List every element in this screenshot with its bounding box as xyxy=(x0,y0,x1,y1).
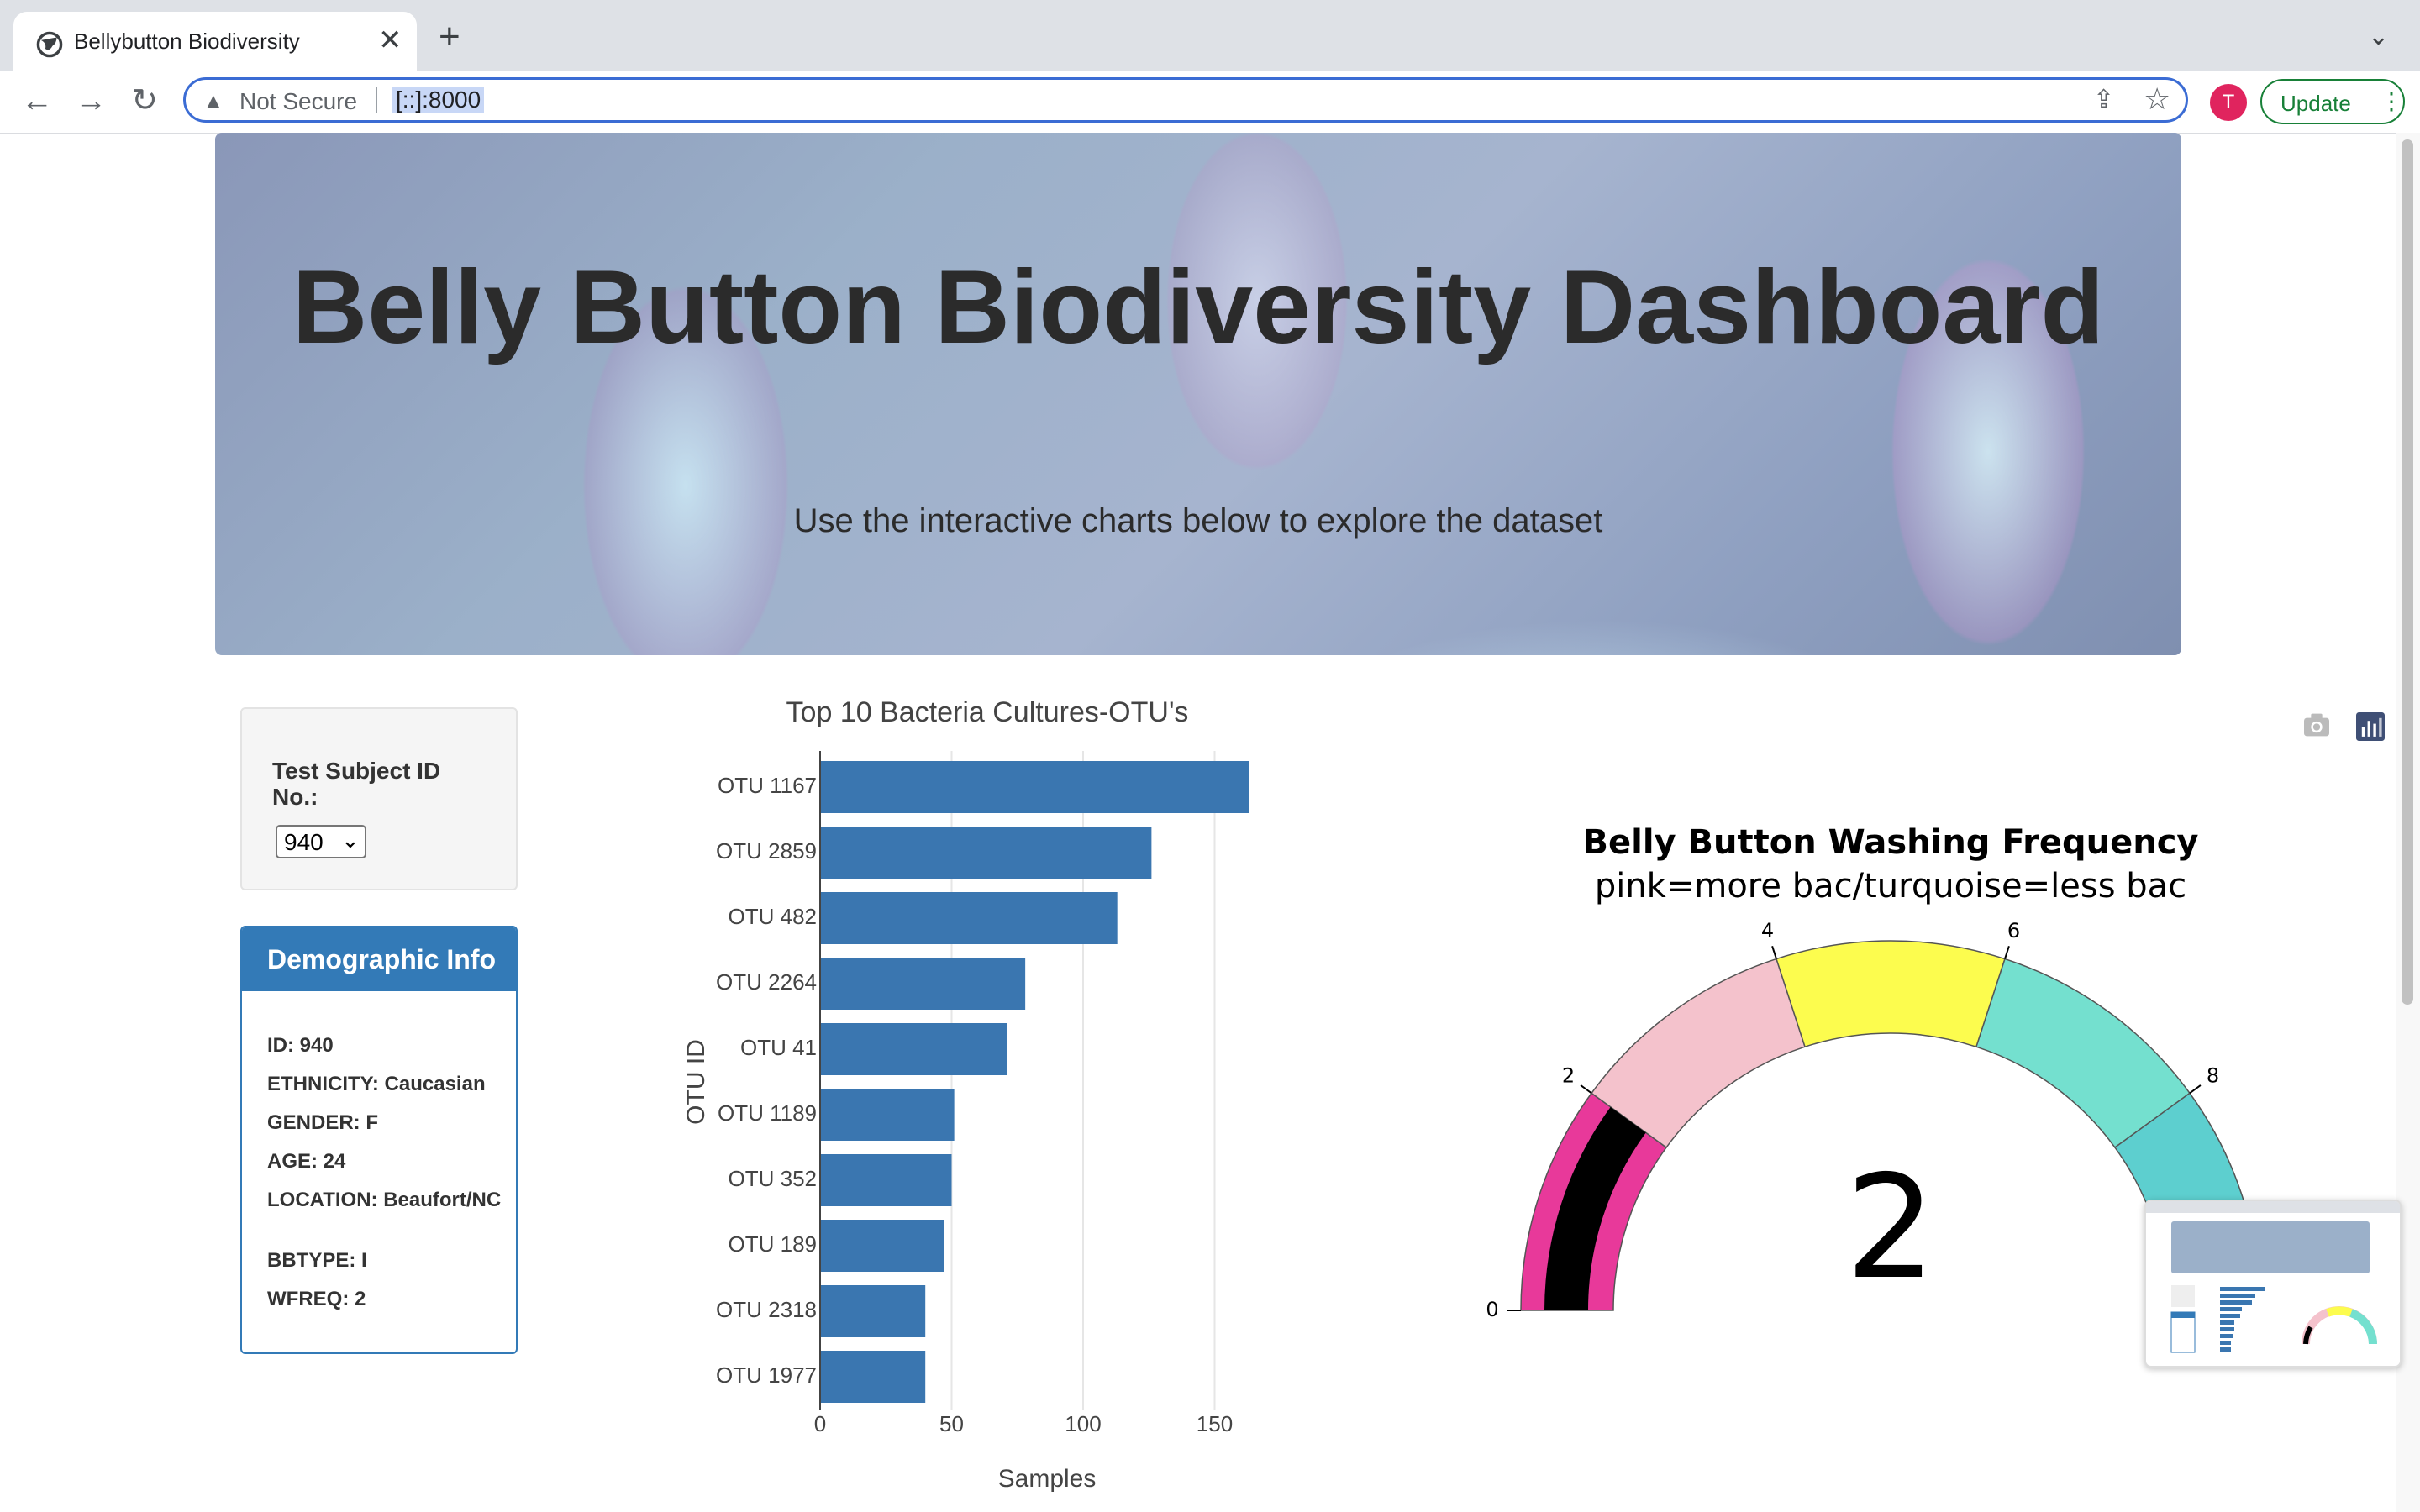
demo-bbtype: BBTYPE: I xyxy=(267,1249,367,1272)
bar-otu-2264 xyxy=(820,958,1026,1010)
bar-otu-41 xyxy=(820,1023,1007,1075)
bar-otu-2859 xyxy=(820,827,1152,879)
gauge-tick-label: 0 xyxy=(1486,1298,1498,1321)
security-label[interactable]: Not Secure xyxy=(239,88,357,115)
subject-selector-panel: Test Subject ID No.: 940 ⌄ xyxy=(240,707,518,890)
active-tab[interactable]: Bellybutton Biodiversity ✕ xyxy=(13,12,417,71)
selected-subject-id: 940 xyxy=(284,829,324,855)
bar-otu-352 xyxy=(820,1154,952,1206)
gauge-title: Belly Button Washing Frequency xyxy=(1583,823,2199,862)
gauge-tick-label: 4 xyxy=(1761,919,1774,942)
page-subtitle: Use the interactive charts below to expl… xyxy=(793,502,1603,539)
y-tick-label: OTU 41 xyxy=(740,1035,817,1060)
y-tick-label: OTU 2264 xyxy=(716,969,817,995)
tab-title: Bellybutton Biodiversity xyxy=(74,29,300,54)
bar-chart-title: Top 10 Bacteria Cultures-OTU's xyxy=(786,696,1189,728)
address-bar[interactable]: ▲ Not Secure [::]:8000 ⇪ ☆ xyxy=(183,77,2188,123)
y-tick-label: OTU 1977 xyxy=(716,1362,817,1388)
gauge-tick xyxy=(1580,1084,1592,1095)
y-tick-label: OTU 2859 xyxy=(716,838,817,864)
kebab-menu-icon[interactable]: ⋮ xyxy=(2380,87,2403,115)
demo-ethnicity: ETHNICITY: Caucasian xyxy=(267,1073,486,1095)
gauge-tick xyxy=(2189,1084,2202,1095)
browser-toolbar: ← → ↻ ▲ Not Secure [::]:8000 ⇪ ☆ xyxy=(0,71,2420,134)
forward-icon[interactable]: → xyxy=(67,77,114,124)
globe-icon xyxy=(36,31,63,58)
chevron-down-icon: ⌄ xyxy=(341,827,360,853)
x-axis-title: Samples xyxy=(998,1465,1097,1493)
page-title: Belly Button Biodiversity Dashboard xyxy=(292,249,2105,365)
x-tick-label: 150 xyxy=(1197,1411,1233,1436)
gauge-band-2 xyxy=(1776,940,2006,1048)
bar-otu-1167 xyxy=(820,761,1249,813)
profile-avatar[interactable]: T xyxy=(2210,84,2247,121)
plotly-logo-icon[interactable] xyxy=(2356,712,2385,741)
panel-heading: Demographic Info xyxy=(242,927,516,991)
tab-preview-thumbnail[interactable] xyxy=(2144,1200,2402,1368)
camera-icon[interactable] xyxy=(2302,712,2331,738)
gauge-subtitle: pink=more bac/turquoise=less bac xyxy=(1595,867,2186,906)
y-axis-title: OTU ID xyxy=(682,1039,710,1125)
gauge-tick-label: 6 xyxy=(2007,919,2020,942)
new-tab-icon[interactable]: + xyxy=(439,18,460,55)
tab-search-icon[interactable]: ⌄ xyxy=(2368,22,2389,51)
x-tick-label: 0 xyxy=(814,1411,826,1436)
demo-id: ID: 940 xyxy=(267,1034,334,1057)
y-tick-label: OTU 2318 xyxy=(716,1297,817,1322)
update-label: Update xyxy=(2281,91,2351,116)
update-button[interactable]: Update ⋮ xyxy=(2260,79,2405,124)
y-tick-label: OTU 482 xyxy=(729,904,818,929)
panel-title: Demographic Info xyxy=(267,944,497,974)
demo-wfreq: WFREQ: 2 xyxy=(267,1288,366,1310)
gauge-tick-label: 2 xyxy=(1562,1063,1575,1087)
bar-otu-482 xyxy=(820,892,1118,944)
y-tick-label: OTU 1167 xyxy=(718,773,817,798)
subject-id-select[interactable]: 940 ⌄ xyxy=(276,825,366,858)
y-tick-label: OTU 352 xyxy=(729,1166,818,1191)
share-icon[interactable]: ⇪ xyxy=(2093,85,2114,114)
bar-otu-189 xyxy=(820,1220,944,1272)
back-icon[interactable]: ← xyxy=(13,77,60,124)
x-tick-label: 50 xyxy=(939,1411,964,1436)
reload-icon[interactable]: ↻ xyxy=(121,77,168,124)
bar-otu-1189 xyxy=(820,1089,955,1141)
url-text[interactable]: [::]:8000 xyxy=(392,87,485,113)
warning-icon[interactable]: ▲ xyxy=(203,88,224,114)
thumbnail-image xyxy=(2146,1201,2400,1353)
url-divider xyxy=(376,87,377,113)
demo-location: LOCATION: Beaufort/NC xyxy=(267,1189,502,1211)
gauge-tick xyxy=(1771,946,1777,959)
demo-gender: GENDER: F xyxy=(267,1111,378,1134)
selector-label: Test Subject ID No.: xyxy=(272,758,441,810)
gauge-tick-label: 8 xyxy=(2207,1063,2219,1087)
close-tab-icon[interactable]: ✕ xyxy=(378,24,402,57)
otu-bar-chart[interactable]: Top 10 Bacteria Cultures-OTU's 0 50 100 150 O… xyxy=(672,689,1277,1512)
y-tick-label: OTU 189 xyxy=(729,1231,818,1257)
bar-otu-2318 xyxy=(820,1285,926,1337)
x-tick-label: 100 xyxy=(1065,1411,1101,1436)
hero-banner: Belly Button Biodiversity Dashboard Use … xyxy=(215,133,2181,655)
gauge-tick xyxy=(2004,946,2010,959)
tab-bar: Bellybutton Biodiversity ✕ + ⌄ xyxy=(0,0,2420,71)
gauge-value-label: 2 xyxy=(1845,1145,1936,1311)
demographic-info-panel: Demographic Info ID: 940 ETHNICITY: Cauc… xyxy=(240,926,518,1354)
y-tick-label: OTU 1189 xyxy=(718,1100,817,1126)
demo-age: AGE: 24 xyxy=(267,1150,346,1173)
bar-otu-1977 xyxy=(820,1351,926,1403)
bookmark-star-icon[interactable]: ☆ xyxy=(2144,81,2170,117)
scrollbar-thumb[interactable] xyxy=(2402,139,2413,1005)
